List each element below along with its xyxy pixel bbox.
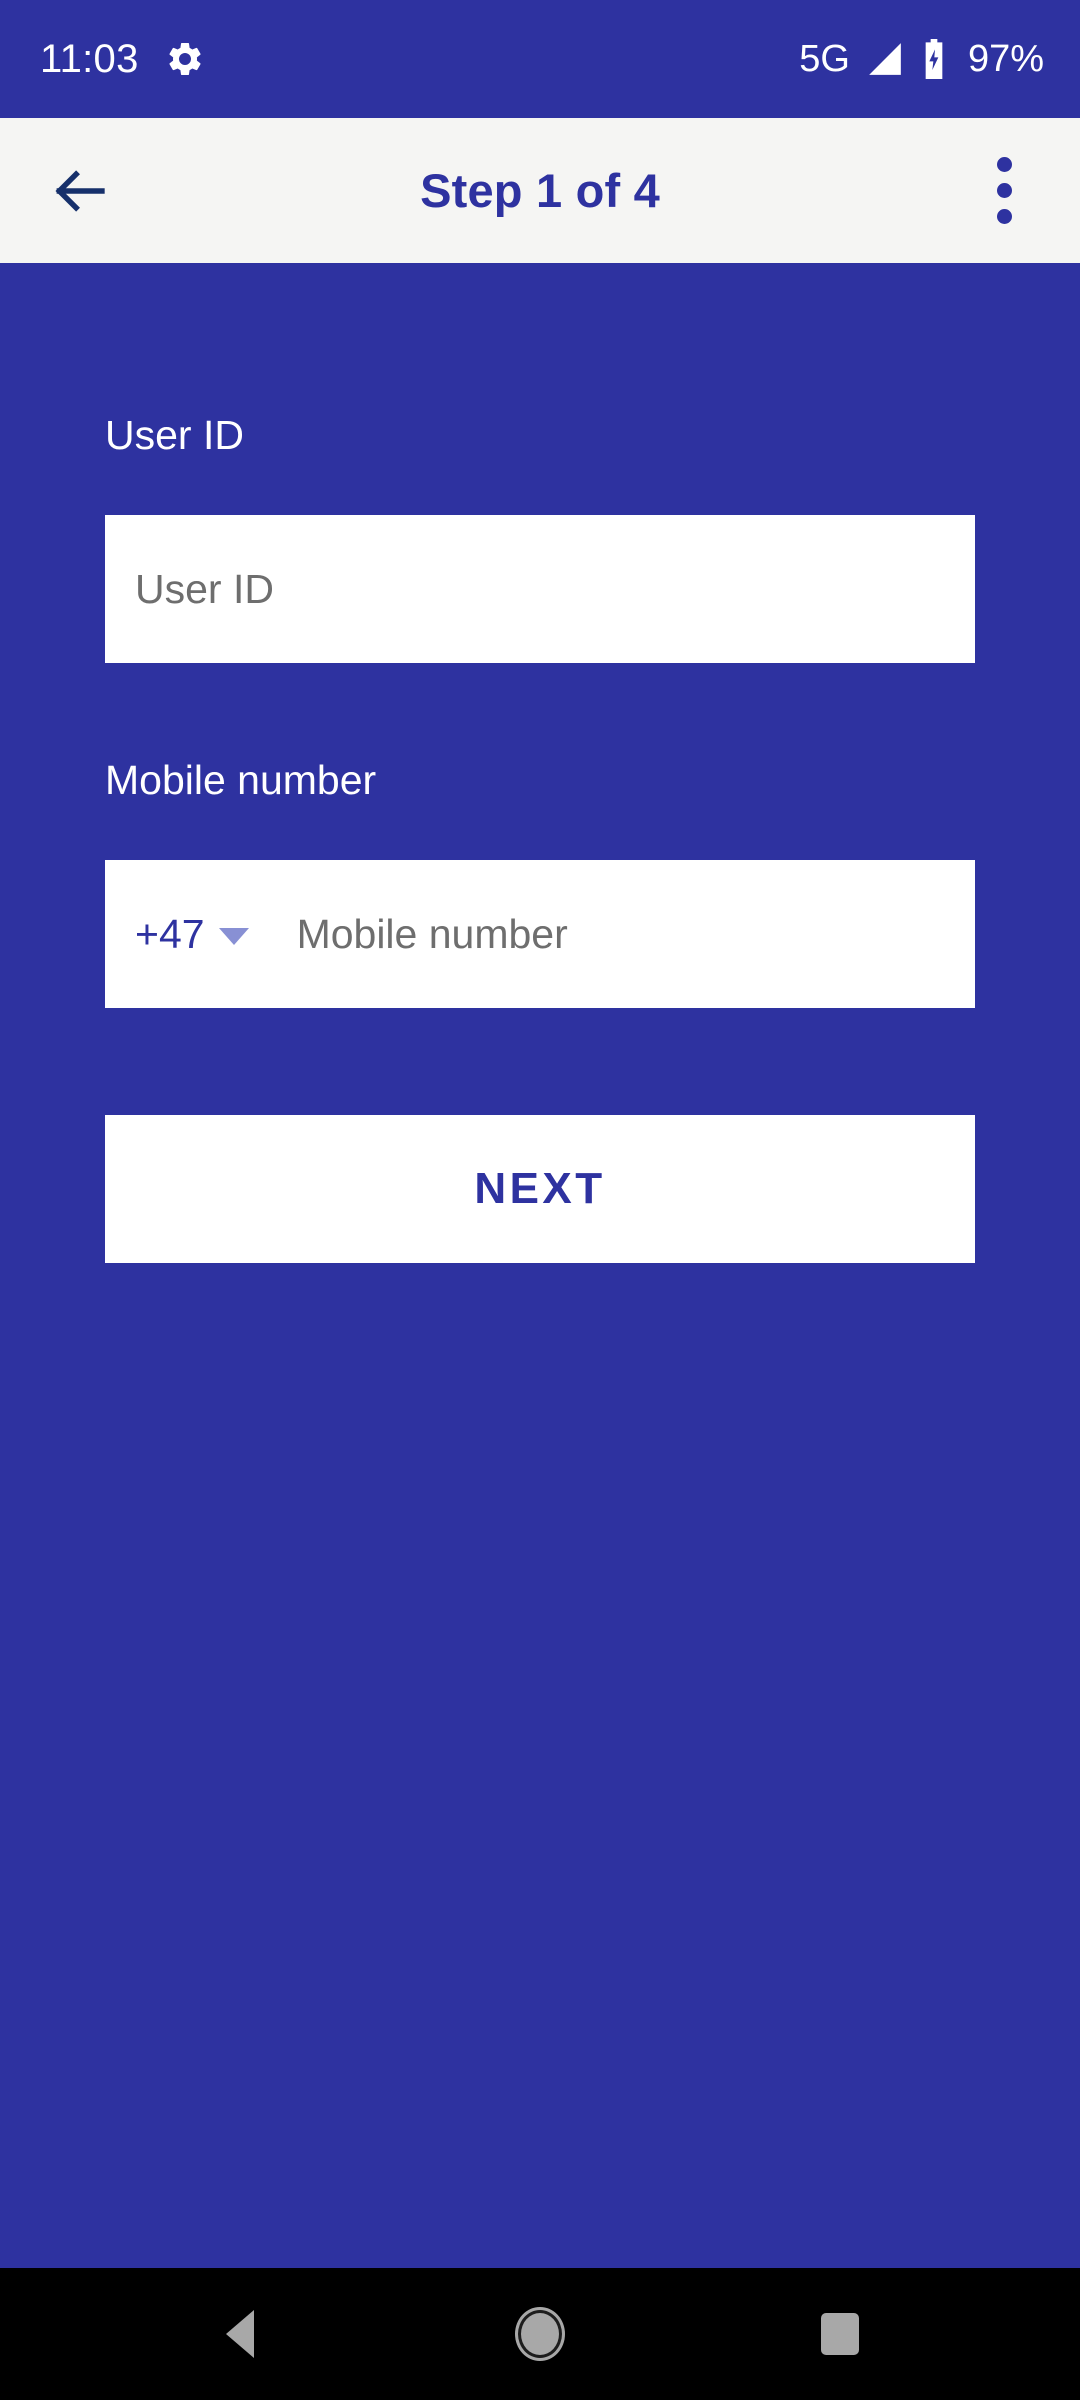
back-button[interactable] <box>42 153 118 229</box>
status-clock: 11:03 <box>40 37 139 81</box>
overflow-dot <box>996 209 1012 224</box>
nav-recents-icon[interactable] <box>785 2279 895 2389</box>
mobile-number-input-row: +47 Mobile number <box>105 860 975 1008</box>
nav-back-triangle <box>226 2310 254 2358</box>
user-id-input[interactable]: User ID <box>105 515 975 663</box>
overflow-dot <box>996 157 1012 172</box>
form-content: User ID User ID Mobile number +47 Mobile… <box>0 263 1080 2268</box>
country-code-dropdown[interactable]: +47 <box>105 860 257 1008</box>
gear-icon <box>165 39 205 79</box>
user-id-label: User ID <box>105 412 244 458</box>
android-navigation-bar <box>0 2268 1080 2400</box>
mobile-number-placeholder[interactable]: Mobile number <box>257 913 568 955</box>
status-bar-left: 11:03 <box>40 39 205 79</box>
nav-home-icon[interactable] <box>485 2279 595 2389</box>
app-bar: Step 1 of 4 <box>0 118 1080 263</box>
signal-bars-icon <box>866 40 904 78</box>
mobile-number-label: Mobile number <box>105 757 377 803</box>
user-id-placeholder: User ID <box>135 565 274 612</box>
next-button-label: NEXT <box>474 1164 606 1213</box>
next-button[interactable]: NEXT <box>105 1115 975 1263</box>
battery-percent-label: 97% <box>967 38 1044 80</box>
status-bar: 11:03 5G 97% <box>0 0 1080 118</box>
network-type-label: 5G <box>799 38 850 80</box>
nav-back-icon[interactable] <box>185 2279 295 2389</box>
chevron-down-icon <box>218 927 249 945</box>
phone-screen: 11:03 5G 97% Step 1 of 4 User ID User ID… <box>0 0 1080 2400</box>
nav-home-circle <box>518 2310 562 2358</box>
status-bar-right: 5G 97% <box>799 39 1044 79</box>
page-title: Step 1 of 4 <box>420 164 660 217</box>
nav-recents-square <box>821 2313 859 2355</box>
arrow-left-icon <box>49 160 111 222</box>
overflow-dot <box>996 183 1012 198</box>
country-code-value: +47 <box>135 910 205 957</box>
field-spacer <box>105 663 975 760</box>
battery-charging-icon <box>920 39 948 79</box>
more-vertical-icon[interactable] <box>972 148 1036 234</box>
